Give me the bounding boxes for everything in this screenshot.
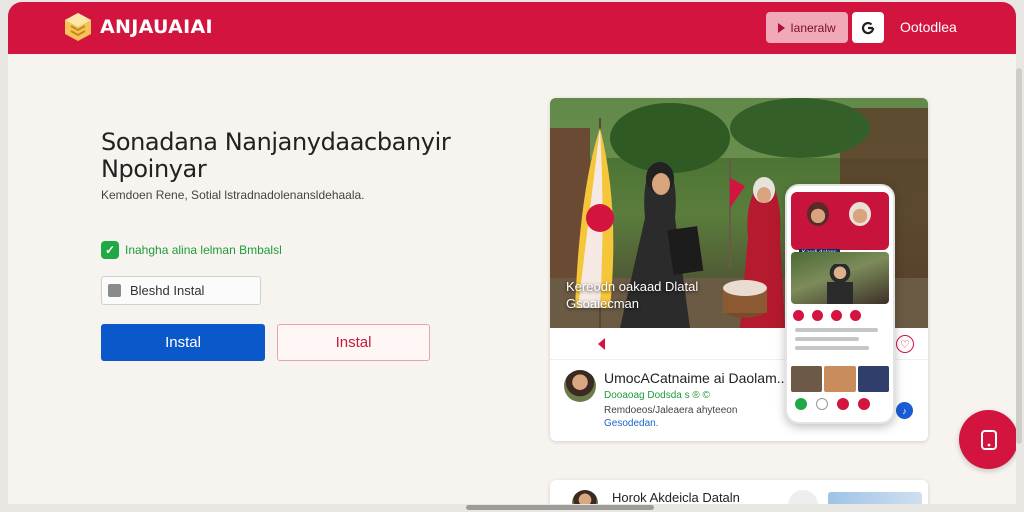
play-icon bbox=[778, 22, 786, 33]
avatar[interactable] bbox=[572, 490, 598, 504]
play-button-label: Ianeralw bbox=[790, 20, 836, 35]
play-button[interactable]: Ianeralw bbox=[766, 12, 848, 43]
phone-icon-row bbox=[793, 310, 861, 321]
vertical-scrollbar[interactable] bbox=[1016, 68, 1022, 444]
phone-thumbnail-strip bbox=[791, 366, 889, 392]
phone-profile-icon[interactable] bbox=[858, 398, 870, 410]
field-checkbox[interactable] bbox=[108, 284, 121, 297]
phone-thumb[interactable] bbox=[857, 366, 889, 392]
secondary-post-thumbnail[interactable] bbox=[828, 492, 922, 504]
brand-name[interactable]: ANJAUAIAI bbox=[100, 16, 213, 38]
logo-icon[interactable] bbox=[64, 12, 92, 42]
post-meta: Dooaoag Dodsda s ® © bbox=[604, 390, 710, 401]
music-icon[interactable]: ♪ bbox=[896, 402, 913, 419]
page-headline: Sonadana Nanjanydaacbanyir Npoinyar bbox=[101, 128, 451, 183]
page-subline: Kemdoen Rene, Sotial lstradnadolenanslde… bbox=[101, 188, 365, 202]
hero-caption-line2: Gsoaiecman bbox=[566, 296, 639, 311]
option-field[interactable]: Bleshd Instal bbox=[101, 276, 261, 305]
phone-photo-person bbox=[827, 264, 853, 304]
phone-home-icon[interactable] bbox=[795, 398, 807, 410]
phone-avatar-right bbox=[849, 202, 871, 226]
check-icon: ✓ bbox=[101, 241, 119, 259]
heart-icon[interactable]: ♡ bbox=[896, 335, 914, 353]
phone-save-icon[interactable] bbox=[850, 310, 861, 321]
feature-row: ✓ Inahgha alina lelman Bmbalsl bbox=[101, 241, 282, 259]
phone-bottom-nav bbox=[795, 398, 870, 410]
phone-thumb[interactable] bbox=[824, 366, 856, 392]
phone-text-lines bbox=[795, 328, 887, 355]
hero-caption: Kereodn oakaad Dlatal Gsoaiecman bbox=[566, 278, 698, 312]
post-description: Remdoeos/Jaleaera ahyteeon bbox=[604, 405, 738, 416]
phone-header-banner: Kaedi dalans bbox=[791, 192, 889, 257]
horizontal-scrollbar[interactable] bbox=[466, 505, 654, 510]
phone-comment-icon[interactable] bbox=[812, 310, 823, 321]
hero-caption-line1: Kereodn oakaad Dlatal bbox=[566, 279, 699, 294]
phone-thumb[interactable] bbox=[791, 366, 823, 392]
feature-text: Inahgha alina lelman Bmbalsl bbox=[125, 243, 282, 257]
phone-fab-button[interactable] bbox=[959, 410, 1016, 469]
post-link[interactable]: Gesodedan. bbox=[604, 418, 659, 429]
chevron-left-icon[interactable] bbox=[598, 338, 605, 350]
phone-search-icon[interactable] bbox=[816, 398, 828, 410]
phone-mockup: Kaedi dalans bbox=[785, 184, 895, 424]
phone-share-icon[interactable] bbox=[831, 310, 842, 321]
secondary-post-title[interactable]: Horok Akdeicla Dataln bbox=[612, 490, 740, 504]
phone-icon bbox=[980, 429, 997, 450]
install-secondary-button[interactable]: Instal bbox=[277, 324, 430, 361]
app-window: ANJAUAIAI Ianeralw Ootodlea Sonadana Nan… bbox=[8, 2, 1016, 504]
phone-add-icon[interactable] bbox=[837, 398, 849, 410]
top-navigation-bar: ANJAUAIAI Ianeralw Ootodlea bbox=[8, 2, 1016, 54]
avatar[interactable] bbox=[564, 370, 596, 402]
feed-card-secondary: Horok Akdeicla Dataln bbox=[550, 480, 928, 504]
install-primary-button[interactable]: Instal bbox=[101, 324, 265, 361]
field-value: Bleshd Instal bbox=[130, 283, 205, 298]
post-title[interactable]: UmocACatnaime ai Daolam... bbox=[604, 370, 788, 386]
google-button[interactable] bbox=[852, 12, 884, 43]
google-icon bbox=[861, 21, 875, 34]
top-nav-link[interactable]: Ootodlea bbox=[900, 19, 957, 35]
phone-like-icon[interactable] bbox=[793, 310, 804, 321]
secondary-post-avatar[interactable] bbox=[788, 490, 818, 504]
phone-avatar-left bbox=[807, 202, 829, 226]
